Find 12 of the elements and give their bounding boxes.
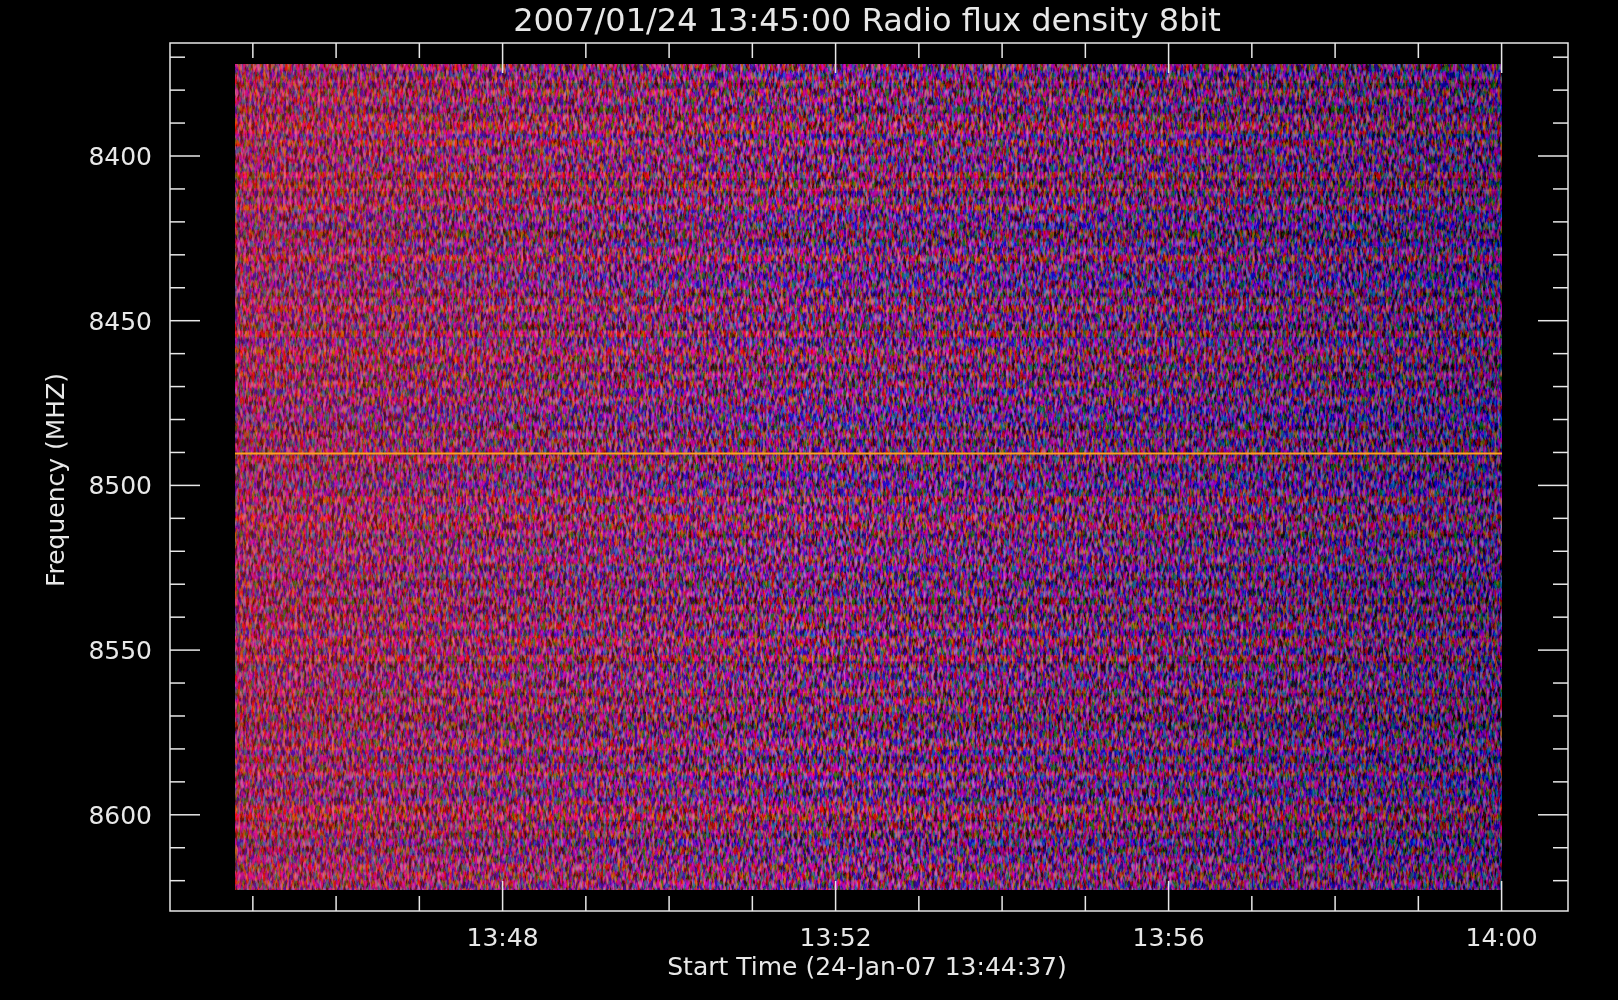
x-tick-label: 13:52	[799, 923, 872, 952]
x-tick-label: 13:56	[1132, 923, 1205, 952]
x-axis-label: Start Time (24-Jan-07 13:44:37)	[667, 952, 1067, 981]
y-tick-label: 8550	[88, 636, 152, 666]
y-tick-label: 8600	[88, 800, 152, 830]
y-tick-label: 8500	[88, 471, 152, 501]
x-tick-label: 14:00	[1465, 923, 1538, 952]
chart-title: 2007/01/24 13:45:00 Radio flux density 8bit	[513, 1, 1221, 39]
y-tick-label: 8450	[88, 306, 152, 336]
x-tick-label: 13:48	[466, 923, 539, 952]
y-axis-label: Frequency (MHZ)	[41, 372, 70, 588]
y-tick-label: 8400	[88, 142, 152, 171]
